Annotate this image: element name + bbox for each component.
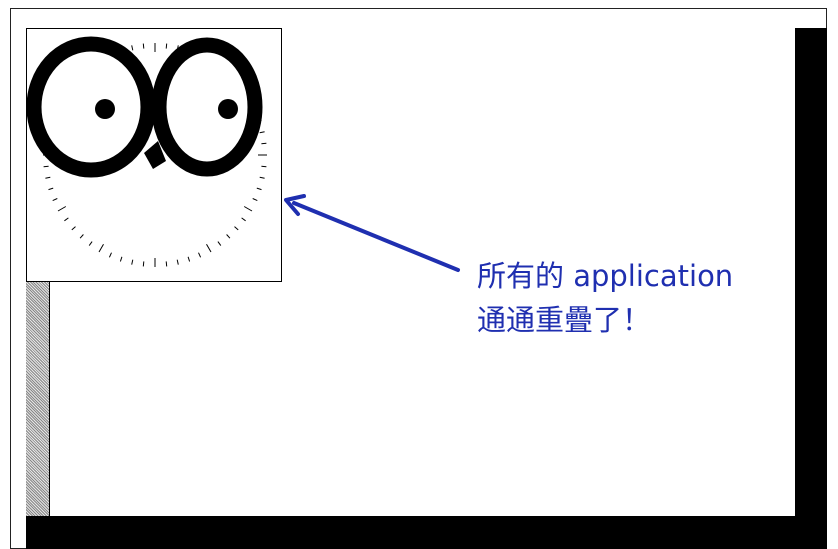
clock-tick [119,256,123,262]
clock-tick [45,176,51,179]
desktop-right-edge [795,28,827,549]
xeyes-window[interactable] [26,28,282,282]
clock-tick [241,217,246,222]
caption-line-2: 通通重疊了！ [477,303,652,337]
desktop-bottom-edge [26,516,827,549]
clock-tick [259,131,265,134]
clock-tick [226,234,231,239]
clock-tick [98,243,104,253]
clock-tick [79,234,84,239]
clock-tick [142,43,145,49]
clock-tick [71,226,76,231]
clock-tick [261,165,267,168]
clock-tick [43,165,49,168]
clock-tick [108,252,112,258]
clock-tick [252,198,258,202]
clock-tick [187,256,191,262]
clock-tick [261,142,267,145]
clock-tick [88,241,93,246]
clock-tick [206,243,212,253]
clock-tick [243,206,253,212]
clock-tick [256,187,262,191]
left-eye-icon [27,36,156,178]
clock-tick [64,217,69,222]
overlapped-apps-canvas [27,36,267,267]
clock-tick [165,261,168,267]
caption-line-1: 所有的 application [477,259,734,293]
right-eye-icon [151,37,263,177]
clock-tick [131,259,134,265]
clock-tick [52,198,58,202]
clock-tick [259,176,265,179]
clock-tick [142,261,145,267]
terminal-scrollbar[interactable] [26,282,50,516]
clock-tick [48,187,54,191]
clock-tick [217,241,222,246]
clock-tick [131,45,134,51]
annotation-caption: 所有的 application 通通重疊了！ [477,254,733,342]
clock-tick [165,43,168,49]
clock-tick [176,259,179,265]
clock-tick [234,226,239,231]
clock-tick [57,206,67,212]
clock-tick [198,252,202,258]
